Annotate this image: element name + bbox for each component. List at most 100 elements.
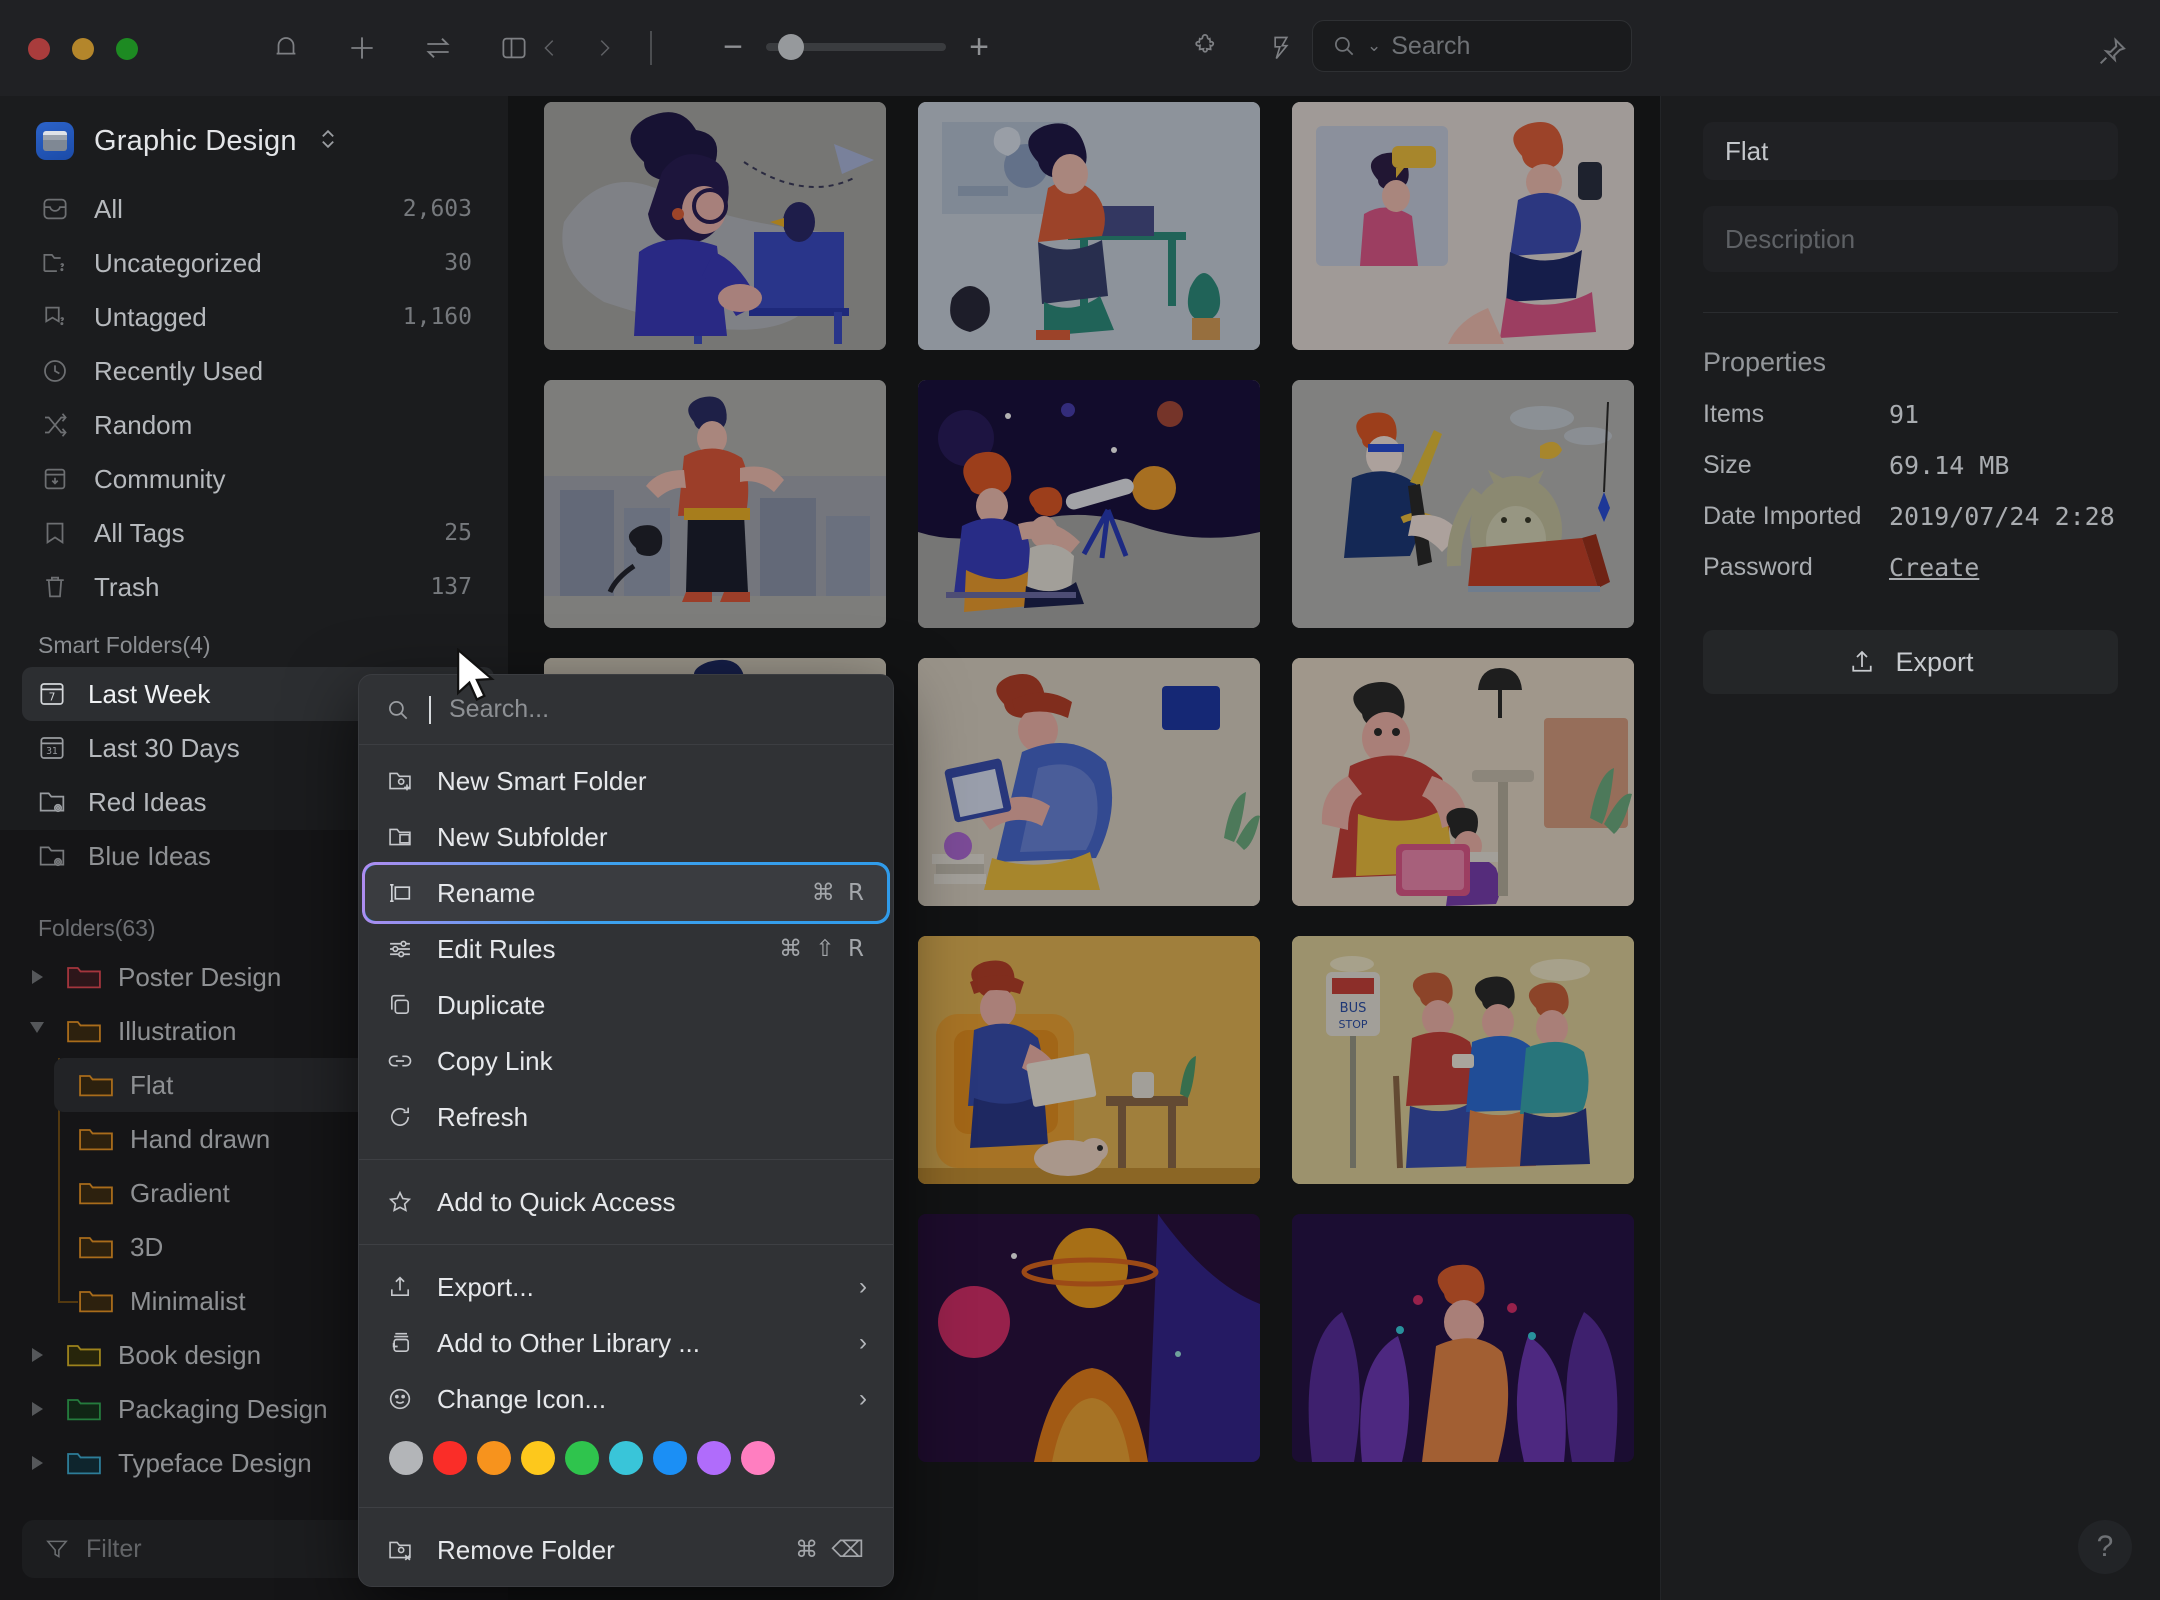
clock-icon <box>38 354 72 388</box>
search-input[interactable]: ⌄ Search <box>1312 20 1632 72</box>
color-swatch-gray[interactable] <box>389 1441 423 1475</box>
menu-item-refresh[interactable]: Refresh <box>359 1089 893 1145</box>
extension-icon[interactable] <box>1185 26 1225 70</box>
menu-item-remove-folder[interactable]: Remove Folder ⌘ ⌫ <box>359 1522 893 1578</box>
plus-icon[interactable] <box>342 26 382 70</box>
grid-item-thumbnail[interactable] <box>918 380 1260 628</box>
transfer-icon[interactable] <box>418 26 458 70</box>
menu-item-add-to-quick-access[interactable]: Add to Quick Access <box>359 1174 893 1230</box>
disclosure-triangle-icon[interactable] <box>24 1348 50 1362</box>
sidebar-item-all-tags[interactable]: All Tags 25 <box>0 506 508 560</box>
sidebar-item-label: Last 30 Days <box>88 732 240 763</box>
sidebar-item-community[interactable]: Community <box>0 452 508 506</box>
sidebar-item-label: Book design <box>118 1339 262 1370</box>
menu-item-label: New Smart Folder <box>437 765 647 796</box>
context-menu-section-actions: Export... › Add to Other Library ... › C… <box>359 1251 893 1501</box>
zoom-slider[interactable] <box>766 34 946 60</box>
disclosure-triangle-icon[interactable] <box>24 1022 50 1040</box>
grid-item-thumbnail[interactable] <box>544 380 886 628</box>
star-icon <box>385 1188 415 1216</box>
menu-item-copy-link[interactable]: Copy Link <box>359 1033 893 1089</box>
grid-item-thumbnail[interactable] <box>1292 658 1634 906</box>
sidebar-item-all[interactable]: All 2,603 <box>0 182 508 236</box>
sidebar-item-label: Hand drawn <box>130 1123 271 1154</box>
property-key: Password <box>1703 553 1813 581</box>
sidebar-item-label: Last Week <box>88 678 211 709</box>
menu-item-edit-rules[interactable]: Edit Rules ⌘ ⇧ R <box>359 921 893 977</box>
sidebar-toggle-icon[interactable] <box>494 26 534 70</box>
color-swatch-red[interactable] <box>433 1441 467 1475</box>
export-button[interactable]: Export <box>1703 630 2118 694</box>
color-swatch-pink[interactable] <box>741 1441 775 1475</box>
zoom-out-button[interactable]: − <box>718 30 748 64</box>
shuffle-icon <box>38 408 72 442</box>
grid-item-thumbnail[interactable] <box>544 102 886 350</box>
pin-icon[interactable] <box>2090 30 2134 74</box>
grid-item-thumbnail[interactable] <box>918 936 1260 1184</box>
chevron-updown-icon[interactable] <box>319 126 337 156</box>
sidebar-item-untagged[interactable]: Untagged 1,160 <box>0 290 508 344</box>
zoom-slider-knob[interactable] <box>778 34 804 60</box>
sidebar-item-label: Random <box>94 409 193 440</box>
grid-item-thumbnail[interactable]: BUS STOP <box>1292 936 1634 1184</box>
sidebar-item-recently-used[interactable]: Recently Used <box>0 344 508 398</box>
menu-item-export[interactable]: Export... › <box>359 1259 893 1315</box>
export-icon <box>385 1273 415 1301</box>
bell-icon[interactable] <box>266 26 306 70</box>
menu-item-duplicate[interactable]: Duplicate <box>359 977 893 1033</box>
folder-name-field[interactable]: Flat <box>1703 122 2118 180</box>
menu-item-new-smart-folder[interactable]: New Smart Folder <box>359 753 893 809</box>
sidebar-item-trash[interactable]: Trash 137 <box>0 560 508 614</box>
sidebar-item-label: Minimalist <box>130 1285 246 1316</box>
disclosure-triangle-icon[interactable] <box>24 970 50 984</box>
menu-divider <box>359 1159 893 1160</box>
grid-item-thumbnail[interactable] <box>918 1214 1260 1462</box>
export-icon <box>1852 650 1873 672</box>
lightning-icon[interactable] <box>1261 26 1301 70</box>
grid-item-thumbnail[interactable] <box>1292 102 1634 350</box>
library-selector[interactable]: Graphic Design <box>0 96 508 160</box>
folder-icon <box>66 1394 102 1424</box>
zoom-in-button[interactable]: + <box>964 30 994 64</box>
menu-item-label: Copy Link <box>437 1045 553 1076</box>
description-field[interactable]: Description <box>1703 206 2118 272</box>
toolbar-divider <box>650 31 652 65</box>
color-swatch-cyan[interactable] <box>609 1441 643 1475</box>
sidebar-item-label: Red Ideas <box>88 786 207 817</box>
menu-item-new-subfolder[interactable]: New Subfolder <box>359 809 893 865</box>
search-scope-chevron-down-icon[interactable]: ⌄ <box>1367 36 1381 56</box>
color-swatch-yellow[interactable] <box>521 1441 555 1475</box>
sidebar-item-count: 30 <box>444 250 472 276</box>
grid-item-thumbnail[interactable] <box>918 102 1260 350</box>
disclosure-triangle-icon[interactable] <box>24 1402 50 1416</box>
grid-item-thumbnail[interactable] <box>918 658 1260 906</box>
disclosure-triangle-icon[interactable] <box>24 1456 50 1470</box>
grid-item-thumbnail[interactable] <box>1292 1214 1634 1462</box>
duplicate-icon <box>385 991 415 1019</box>
close-window-button[interactable] <box>28 38 50 60</box>
nav-forward-button[interactable] <box>584 26 624 70</box>
grid-item-thumbnail[interactable] <box>1292 380 1634 628</box>
menu-item-add-to-other-library[interactable]: Add to Other Library ... › <box>359 1315 893 1371</box>
help-button[interactable]: ? <box>2078 1520 2132 1574</box>
menu-item-rename[interactable]: Rename ⌘ R <box>365 865 887 921</box>
nav-back-button[interactable] <box>530 26 570 70</box>
context-menu-search-input[interactable]: Search... <box>359 675 893 745</box>
sidebar-item-random[interactable]: Random <box>0 398 508 452</box>
link-icon <box>385 1047 415 1075</box>
create-password-link[interactable]: Create <box>1889 553 1979 582</box>
menu-item-label: Add to Quick Access <box>437 1186 676 1217</box>
minimize-window-button[interactable] <box>72 38 94 60</box>
color-swatch-purple[interactable] <box>697 1441 731 1475</box>
maximize-window-button[interactable] <box>116 38 138 60</box>
refresh-icon <box>385 1103 415 1131</box>
color-swatch-blue[interactable] <box>653 1441 687 1475</box>
menu-item-shortcut: ⌘ R <box>811 880 867 906</box>
menu-item-shortcut: ⌘ ⌫ <box>795 1537 867 1563</box>
property-row-size: Size 69.14 MB <box>1703 451 2118 480</box>
sidebar-item-uncategorized[interactable]: Uncategorized 30 <box>0 236 508 290</box>
color-swatch-orange[interactable] <box>477 1441 511 1475</box>
color-swatch-green[interactable] <box>565 1441 599 1475</box>
menu-item-change-icon[interactable]: Change Icon... › <box>359 1371 893 1427</box>
properties-title: Properties <box>1703 347 1827 377</box>
